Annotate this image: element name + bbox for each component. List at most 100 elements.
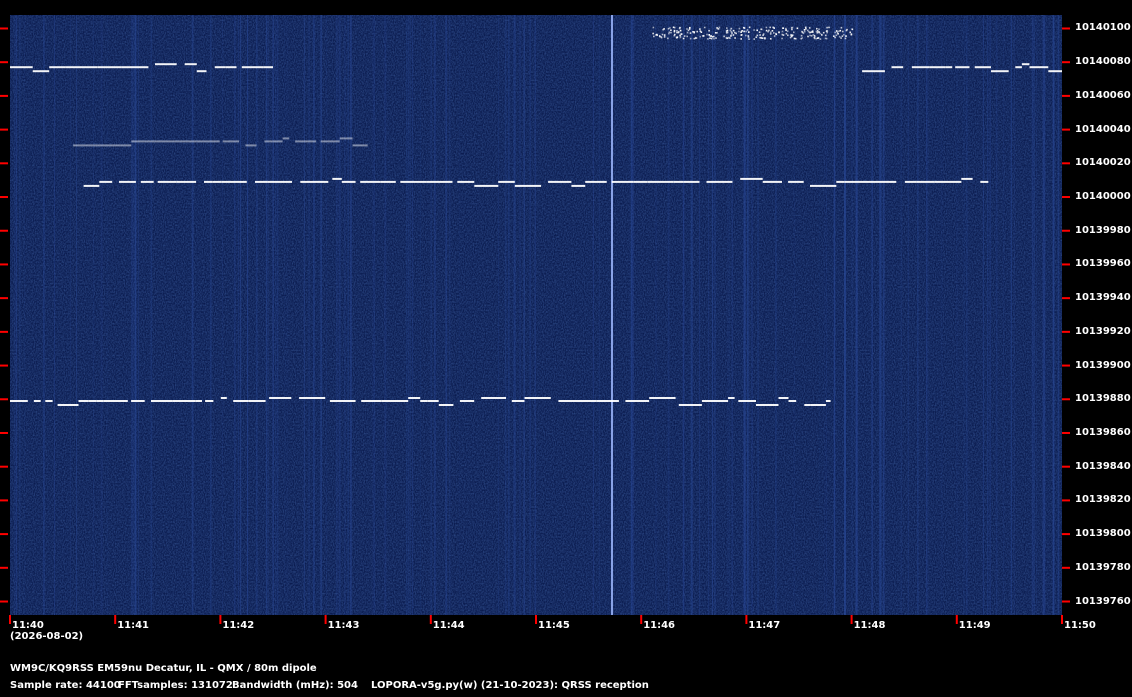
- interference-streak: [989, 15, 991, 615]
- date-label: (2026-08-02): [10, 631, 84, 642]
- interference-streak: [434, 15, 436, 615]
- time-tick-label: 11:48: [853, 620, 886, 631]
- bandwidth: Bandwidth (mHz): 504: [232, 680, 358, 691]
- interference-streak: [655, 15, 657, 615]
- qrss-waterfall: [0, 0, 1132, 697]
- interference-streak: [14, 15, 16, 615]
- interference-streak: [513, 15, 515, 615]
- interference-streak: [514, 15, 516, 615]
- interference-streak: [907, 15, 909, 615]
- interference-streak: [237, 15, 240, 615]
- time-tick-label: 11:49: [958, 620, 991, 631]
- interference-streak: [504, 15, 507, 615]
- interference-streak: [412, 15, 414, 615]
- interference-streak: [347, 15, 349, 615]
- interference-streak: [1033, 15, 1035, 615]
- time-tick-label: 11:43: [327, 620, 360, 631]
- interference-streak: [775, 15, 777, 615]
- interference-streak: [384, 15, 387, 615]
- time-tick-label: 11:45: [538, 620, 570, 631]
- interference-streak: [445, 15, 448, 615]
- interference-streak: [303, 15, 305, 615]
- fft-samples: FFTsamples: 131072: [118, 680, 233, 691]
- interference-streak: [757, 15, 759, 615]
- freq-tick-label: 10140040: [1075, 123, 1131, 135]
- interference-streak: [1042, 15, 1045, 615]
- interference-streak: [729, 15, 730, 615]
- station-info: WM9C/KQ9RSS EM59nu Decatur, IL - QMX / 8…: [10, 663, 317, 674]
- interference-streak: [871, 15, 873, 615]
- freq-tick-label: 10139860: [1075, 426, 1131, 438]
- time-tick-label: 11:41: [117, 620, 150, 631]
- freq-tick-label: 10139820: [1075, 494, 1131, 506]
- interference-streak: [519, 15, 521, 615]
- interference-streak: [326, 15, 327, 615]
- freq-tick-label: 10139920: [1075, 325, 1131, 337]
- interference-streak: [409, 15, 411, 615]
- interference-streak: [459, 15, 460, 615]
- interference-streak: [747, 15, 750, 615]
- interference-streak: [93, 15, 95, 615]
- interference-streak: [16, 15, 17, 615]
- interference-streak: [335, 15, 338, 615]
- interference-streak: [534, 15, 536, 615]
- interference-streak: [284, 15, 286, 615]
- freq-tick-label: 10140100: [1075, 22, 1131, 34]
- interference-streak: [210, 15, 212, 615]
- interference-streak: [1057, 15, 1060, 615]
- freq-tick-label: 10139760: [1075, 595, 1131, 607]
- interference-streak: [851, 15, 853, 615]
- interference-streak: [344, 15, 346, 615]
- freq-tick-label: 10139880: [1075, 393, 1131, 405]
- freq-tick-label: 10140060: [1075, 89, 1131, 101]
- interference-streak: [313, 15, 315, 615]
- freq-tick-label: 10139940: [1075, 292, 1131, 304]
- interference-streak: [1052, 15, 1055, 615]
- freq-tick-label: 10140000: [1075, 191, 1131, 203]
- interference-streak: [825, 15, 827, 615]
- interference-streak: [275, 15, 276, 615]
- interference-streak: [54, 15, 55, 615]
- interference-streak: [135, 15, 137, 615]
- interference-streak: [350, 15, 352, 615]
- interference-streak: [963, 15, 965, 615]
- interference-streak: [23, 15, 25, 615]
- interference-streak: [833, 15, 835, 615]
- interference-streak: [1003, 15, 1005, 615]
- interference-streak: [1031, 15, 1034, 615]
- freq-tick-label: 10139960: [1075, 258, 1131, 270]
- interference-streak: [106, 15, 108, 615]
- interference-streak: [150, 15, 153, 615]
- interference-streak: [708, 15, 710, 615]
- interference-streak: [1010, 15, 1012, 615]
- interference-streak: [900, 15, 903, 615]
- interference-streak: [247, 15, 248, 615]
- interference-streak: [844, 15, 846, 615]
- interference-streak: [338, 15, 340, 615]
- waterfall-plot: [10, 15, 1062, 615]
- interference-streak: [407, 15, 409, 615]
- freq-tick-label: 10140080: [1075, 56, 1131, 68]
- interference-streak: [430, 15, 432, 615]
- interference-streak: [406, 15, 407, 615]
- interference-streak: [222, 15, 223, 615]
- interference-streak: [727, 15, 729, 615]
- interference-streak: [711, 15, 714, 615]
- interference-streak: [1013, 15, 1015, 615]
- time-tick-label: 11:50: [1064, 620, 1096, 631]
- interference-streak: [373, 15, 375, 615]
- interference-streak: [592, 15, 594, 615]
- interference-streak: [965, 15, 968, 615]
- interference-streak: [508, 15, 510, 615]
- interference-streak: [530, 15, 531, 615]
- interference-streak: [265, 15, 267, 615]
- interference-streak: [133, 15, 135, 615]
- interference-streak: [682, 15, 685, 615]
- interference-streak: [714, 15, 716, 615]
- interference-streak: [43, 15, 45, 615]
- interference-streak: [987, 15, 989, 615]
- interference-streak: [286, 15, 288, 615]
- interference-streak: [631, 15, 633, 615]
- interference-streak: [879, 15, 881, 615]
- freq-tick-label: 10139980: [1075, 224, 1131, 236]
